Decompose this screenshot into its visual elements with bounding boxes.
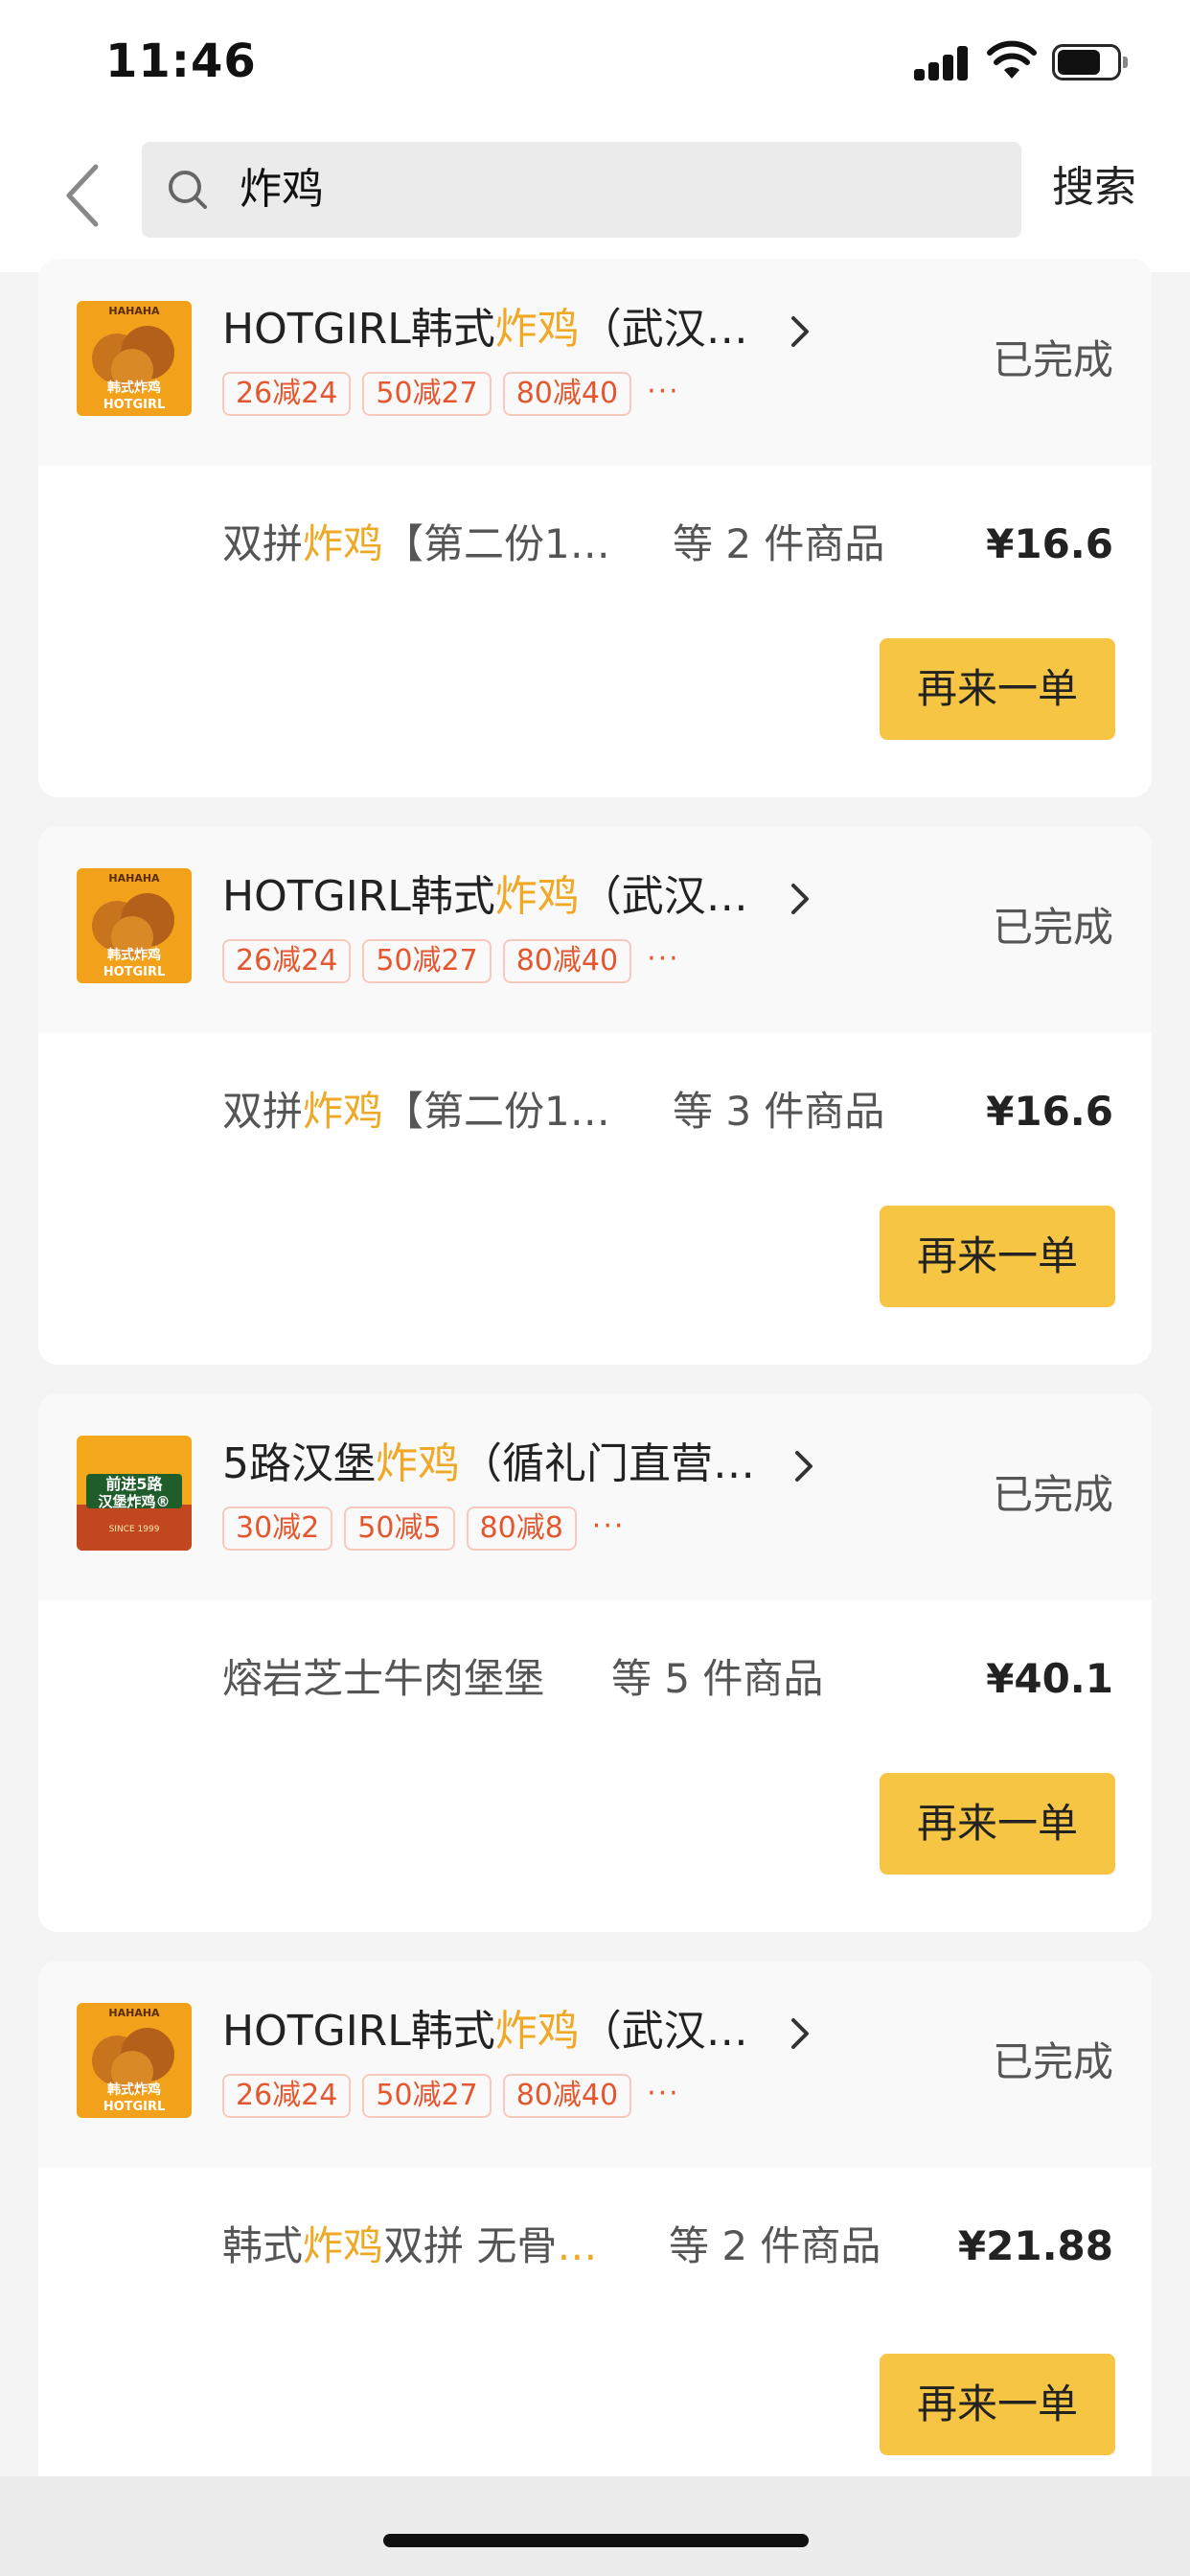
- burger-logo-image: 前进5路汉堡炸鸡® SINCE 1999: [77, 1436, 192, 1551]
- svg-text:HAHAHA: HAHAHA: [108, 305, 160, 317]
- svg-text:SINCE 1999: SINCE 1999: [109, 1525, 160, 1534]
- chevron-right-icon[interactable]: [788, 2014, 814, 2053]
- promo-tag: 80减8: [466, 1506, 577, 1551]
- shop-logo: 前进5路 汉堡炸鸡® SINCE 1999: [77, 1436, 192, 1551]
- hotgirl-logo-image: HAHAHA 韩式炸鸡 HOTGIRL: [77, 868, 192, 983]
- search-icon: [169, 171, 207, 209]
- promo-tags: 26减24 50减27 80减40 ···: [222, 2074, 680, 2120]
- wifi-icon: [987, 40, 1037, 79]
- more-tags-icon[interactable]: ···: [647, 372, 680, 412]
- shop-name[interactable]: HOTGIRL韩式炸鸡（武汉…: [222, 2003, 748, 2060]
- home-indicator[interactable]: [383, 2534, 809, 2547]
- chevron-right-icon[interactable]: [791, 1447, 818, 1485]
- promo-tag: 26减24: [222, 939, 352, 983]
- status-time: 11:46: [105, 34, 257, 88]
- svg-text:汉堡炸鸡®: 汉堡炸鸡®: [98, 1493, 170, 1510]
- order-card-header[interactable]: HAHAHA 韩式炸鸡 HOTGIRL HOTGIRL韩式炸鸡（武汉… 26减24 5…: [38, 1961, 1152, 2168]
- hotgirl-logo-image: HAHAHA 韩式炸鸡 HOTGIRL: [77, 301, 192, 416]
- battery-icon: [1052, 44, 1129, 80]
- svg-text:HAHAHA: HAHAHA: [108, 2007, 160, 2019]
- promo-tag: 50减5: [344, 1506, 455, 1551]
- order-card-1[interactable]: HAHAHA 韩式炸鸡 HOTGIRL HOTGIRL韩式炸鸡（武汉… 26减24 5…: [38, 259, 1152, 797]
- order-card-header[interactable]: HAHAHA 韩式炸鸡 HOTGIRL HOTGIRL韩式炸鸡（武汉… 26减24 5…: [38, 826, 1152, 1033]
- reorder-button[interactable]: 再来一单: [880, 638, 1115, 740]
- order-price: ¥21.88: [957, 2222, 1113, 2269]
- order-price: ¥16.6: [986, 1088, 1113, 1135]
- order-search-page: 11:46 搜索 HAHA: [0, 0, 1190, 2576]
- order-status: 已完成: [992, 904, 1113, 951]
- promo-tags: 30减2 50减5 80减8 ···: [222, 1506, 625, 1552]
- chevron-right-icon[interactable]: [788, 312, 814, 351]
- order-items-summary: 韩式炸鸡双拼 无骨…: [222, 2222, 598, 2269]
- svg-text:韩式炸鸡: 韩式炸鸡: [107, 947, 161, 963]
- hotgirl-logo-image: HAHAHA 韩式炸鸡 HOTGIRL: [77, 2003, 192, 2118]
- svg-text:HOTGIRL: HOTGIRL: [103, 2100, 166, 2114]
- order-items-summary: 双拼炸鸡【第二份1…: [222, 1088, 610, 1135]
- more-tags-icon[interactable]: ···: [647, 2074, 680, 2114]
- promo-tag: 80减40: [502, 939, 632, 983]
- order-card-2[interactable]: HAHAHA 韩式炸鸡 HOTGIRL HOTGIRL韩式炸鸡（武汉… 26减24 5…: [38, 826, 1152, 1365]
- svg-text:韩式炸鸡: 韩式炸鸡: [107, 2082, 161, 2098]
- order-card-3[interactable]: 前进5路 汉堡炸鸡® SINCE 1999 5路汉堡炸鸡（循礼门直营… 30减2 50…: [38, 1393, 1152, 1932]
- shop-name[interactable]: HOTGIRL韩式炸鸡（武汉…: [222, 868, 748, 926]
- reorder-button[interactable]: 再来一单: [880, 2354, 1115, 2455]
- promo-tag: 30减2: [222, 1506, 333, 1551]
- reorder-button[interactable]: 再来一单: [880, 1206, 1115, 1307]
- status-bar: 11:46: [0, 0, 1190, 128]
- promo-tag: 80减40: [502, 372, 632, 416]
- promo-tag: 26减24: [222, 372, 352, 416]
- promo-tags: 26减24 50减27 80减40 ···: [222, 372, 680, 418]
- promo-tags: 26减24 50减27 80减40 ···: [222, 939, 680, 985]
- svg-text:前进5路: 前进5路: [105, 1475, 163, 1493]
- order-price: ¥40.1: [986, 1655, 1113, 1702]
- order-items-summary: 双拼炸鸡【第二份1…: [222, 520, 610, 567]
- shop-name[interactable]: 5路汉堡炸鸡（循礼门直营…: [222, 1436, 755, 1493]
- order-card-header[interactable]: 前进5路 汉堡炸鸡® SINCE 1999 5路汉堡炸鸡（循礼门直营… 30减2 50…: [38, 1393, 1152, 1600]
- shop-logo: HAHAHA 韩式炸鸡 HOTGIRL: [77, 301, 192, 416]
- order-card-4[interactable]: HAHAHA 韩式炸鸡 HOTGIRL HOTGIRL韩式炸鸡（武汉… 26减24 5…: [38, 1961, 1152, 2536]
- search-box[interactable]: [142, 142, 1021, 238]
- order-items-count: 等 2 件商品: [669, 2222, 881, 2269]
- home-indicator-area: [0, 2476, 1190, 2576]
- promo-tag: 50减27: [362, 2074, 492, 2118]
- shop-logo: HAHAHA 韩式炸鸡 HOTGIRL: [77, 2003, 192, 2118]
- order-items-count: 等 2 件商品: [673, 520, 885, 567]
- reorder-button[interactable]: 再来一单: [880, 1773, 1115, 1874]
- shop-logo: HAHAHA 韩式炸鸡 HOTGIRL: [77, 868, 192, 983]
- promo-tag: 26减24: [222, 2074, 352, 2118]
- shop-name[interactable]: HOTGIRL韩式炸鸡（武汉…: [222, 301, 748, 358]
- order-items-count: 等 5 件商品: [611, 1655, 824, 1702]
- svg-text:HOTGIRL: HOTGIRL: [103, 398, 166, 412]
- order-card-header[interactable]: HAHAHA 韩式炸鸡 HOTGIRL HOTGIRL韩式炸鸡（武汉… 26减24 5…: [38, 259, 1152, 466]
- back-arrow-icon[interactable]: [56, 157, 113, 234]
- search-button[interactable]: 搜索: [1052, 157, 1136, 218]
- promo-tag: 50减27: [362, 372, 492, 416]
- more-tags-icon[interactable]: ···: [592, 1506, 626, 1547]
- order-price: ¥16.6: [986, 520, 1113, 567]
- more-tags-icon[interactable]: ···: [647, 939, 680, 979]
- promo-tag: 80减40: [502, 2074, 632, 2118]
- svg-text:韩式炸鸡: 韩式炸鸡: [107, 380, 161, 396]
- svg-text:HOTGIRL: HOTGIRL: [103, 965, 166, 979]
- svg-text:HAHAHA: HAHAHA: [108, 872, 160, 885]
- order-status: 已完成: [992, 1471, 1113, 1518]
- cellular-signal-icon: [914, 44, 970, 80]
- order-items-summary: 熔岩芝士牛肉堡堡: [222, 1655, 545, 1702]
- promo-tag: 50减27: [362, 939, 492, 983]
- search-header: 搜索: [0, 128, 1190, 272]
- search-input[interactable]: [240, 159, 987, 220]
- order-status: 已完成: [992, 2038, 1113, 2085]
- chevron-right-icon[interactable]: [788, 880, 814, 918]
- order-items-count: 等 3 件商品: [673, 1088, 885, 1135]
- order-status: 已完成: [992, 336, 1113, 383]
